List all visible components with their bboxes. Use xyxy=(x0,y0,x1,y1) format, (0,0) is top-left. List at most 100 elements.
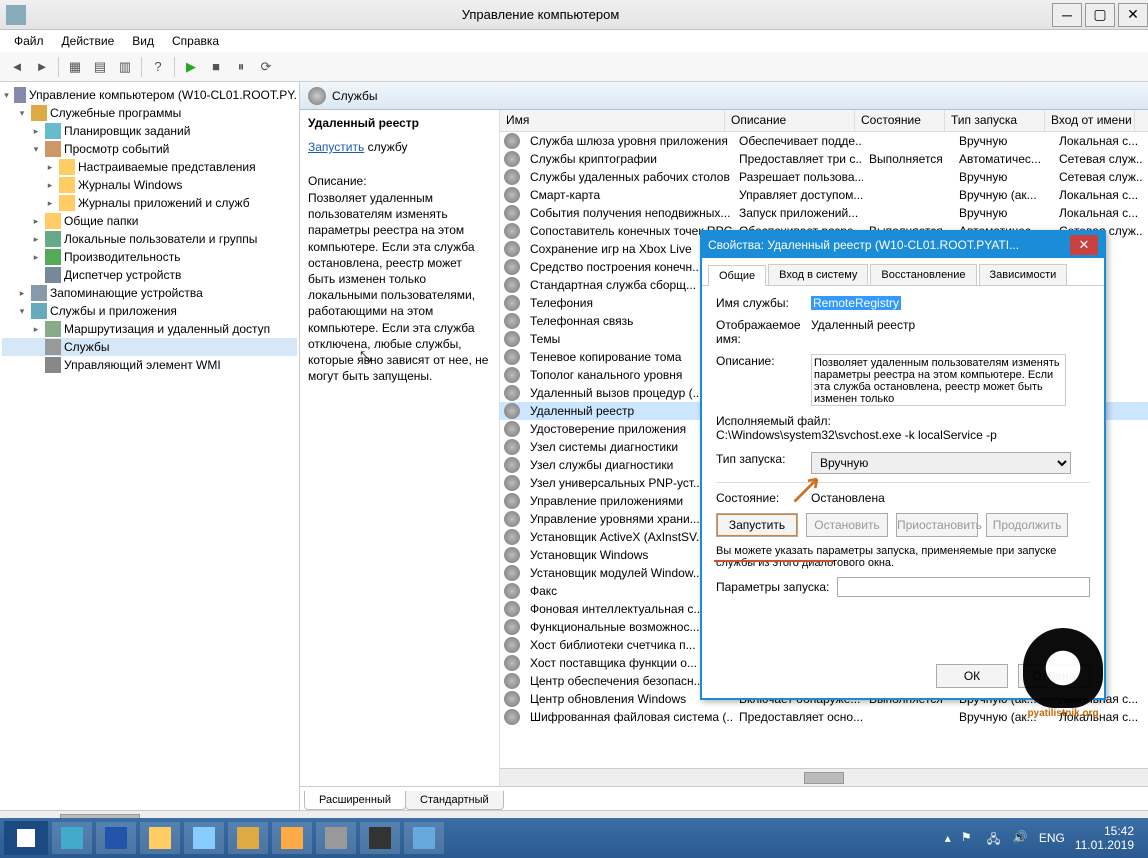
service-row[interactable]: Смарт-картаУправляет доступом...Вручную … xyxy=(500,186,1148,204)
gear-icon xyxy=(504,331,520,347)
gear-icon xyxy=(308,87,326,105)
col-desc[interactable]: Описание xyxy=(725,110,855,131)
help-icon[interactable]: ? xyxy=(147,56,169,78)
mid-header: Службы xyxy=(300,82,1148,110)
tree-devmgr[interactable]: Диспетчер устройств xyxy=(64,268,181,282)
tray-network-icon[interactable]: 🖧 xyxy=(987,830,1003,846)
col-state[interactable]: Состояние xyxy=(855,110,945,131)
cancel-button[interactable]: Отмена xyxy=(1018,664,1090,688)
tree-storage[interactable]: Запоминающие устройства xyxy=(50,286,203,300)
gear-icon xyxy=(504,313,520,329)
list-header[interactable]: Имя Описание Состояние Тип запуска Вход … xyxy=(500,110,1148,132)
taskbar[interactable]: ▴ ⚑ 🖧 🔊 ENG 15:4211.01.2019 xyxy=(0,818,1148,858)
back-icon[interactable]: ◄ xyxy=(6,56,28,78)
tree-services[interactable]: Службы xyxy=(64,340,109,354)
start-button[interactable] xyxy=(4,821,48,855)
starttype-select[interactable]: Вручную xyxy=(811,452,1071,474)
tree-svcapps[interactable]: Службы и приложения xyxy=(50,304,177,318)
tab-deps[interactable]: Зависимости xyxy=(979,264,1068,285)
gear-icon xyxy=(504,601,520,617)
ok-button[interactable]: ОК xyxy=(936,664,1008,688)
maximize-button[interactable]: ▢ xyxy=(1085,3,1115,27)
tree-users[interactable]: Локальные пользователи и группы xyxy=(64,232,257,246)
menu-action[interactable]: Действие xyxy=(54,32,123,50)
dialog-close-button[interactable]: ✕ xyxy=(1070,235,1098,255)
start-button[interactable]: Запустить xyxy=(716,513,798,537)
dialog-titlebar[interactable]: Свойства: Удаленный реестр (W10-CL01.ROO… xyxy=(702,232,1104,258)
gear-icon xyxy=(504,583,520,599)
taskbar-app-6[interactable] xyxy=(272,822,312,854)
pause-icon[interactable]: ⏸ xyxy=(230,56,252,78)
service-row[interactable]: Службы удаленных рабочих столовРазрешает… xyxy=(500,168,1148,186)
menu-help[interactable]: Справка xyxy=(164,32,227,50)
tab-recovery[interactable]: Восстановление xyxy=(870,264,976,285)
play-icon[interactable]: ▶ xyxy=(180,56,202,78)
tree-panel[interactable]: ▾Управление компьютером (W10-CL01.ROOT.P… xyxy=(0,82,300,810)
gear-icon xyxy=(504,151,520,167)
tree-eventviewer[interactable]: Просмотр событий xyxy=(64,142,169,156)
gear-icon xyxy=(504,277,520,293)
gear-icon xyxy=(504,619,520,635)
gear-icon xyxy=(504,529,520,545)
tab-general[interactable]: Общие xyxy=(708,265,766,286)
tray-up-icon[interactable]: ▴ xyxy=(945,831,951,845)
menu-view[interactable]: Вид xyxy=(124,32,162,50)
gear-icon xyxy=(504,655,520,671)
annotation-underline xyxy=(714,560,834,562)
taskbar-app-7[interactable] xyxy=(316,822,356,854)
exec-value: C:\Windows\system32\svchost.exe -k local… xyxy=(716,428,1090,442)
service-row[interactable]: Шифрованная файловая система (...Предост… xyxy=(500,708,1148,726)
taskbar-app-4[interactable] xyxy=(184,822,224,854)
detail-icon[interactable]: ▥ xyxy=(114,56,136,78)
tray-sound-icon[interactable]: 🔊 xyxy=(1013,830,1029,846)
tree-root[interactable]: Управление компьютером (W10-CL01.ROOT.PY… xyxy=(29,88,297,102)
taskbar-app-5[interactable] xyxy=(228,822,268,854)
tab-extended[interactable]: Расширенный xyxy=(304,791,406,810)
service-row[interactable]: События получения неподвижных...Запуск п… xyxy=(500,204,1148,222)
tree-applogs[interactable]: Журналы приложений и служб xyxy=(78,196,250,210)
taskbar-app-8[interactable] xyxy=(360,822,400,854)
tray-lang[interactable]: ENG xyxy=(1039,831,1065,845)
tree-customviews[interactable]: Настраиваемые представления xyxy=(78,160,256,174)
taskbar-app-2[interactable] xyxy=(96,822,136,854)
col-logon[interactable]: Вход от имени xyxy=(1045,110,1135,131)
minimize-button[interactable]: ─ xyxy=(1052,3,1082,27)
h-scrollbar[interactable] xyxy=(500,768,1148,786)
col-name[interactable]: Имя xyxy=(500,110,725,131)
display-name-label: Отображаемое имя: xyxy=(716,318,811,346)
svc-name-value[interactable]: RemoteRegistry xyxy=(811,296,901,310)
tree-winlogs[interactable]: Журналы Windows xyxy=(78,178,182,192)
desc-textarea[interactable]: Позволяет удаленным пользователям изменя… xyxy=(811,354,1066,406)
params-input[interactable] xyxy=(837,577,1090,597)
tree-routing[interactable]: Маршрутизация и удаленный доступ xyxy=(64,322,270,336)
start-link[interactable]: Запустить xyxy=(308,140,364,154)
forward-icon[interactable]: ► xyxy=(31,56,53,78)
menu-file[interactable]: Файл xyxy=(6,32,52,50)
tree-wmi[interactable]: Управляющий элемент WMI xyxy=(64,358,221,372)
tree-systools[interactable]: Служебные программы xyxy=(50,106,181,120)
taskbar-app-1[interactable] xyxy=(52,822,92,854)
gear-icon xyxy=(504,673,520,689)
grid-icon[interactable]: ▦ xyxy=(64,56,86,78)
col-start[interactable]: Тип запуска xyxy=(945,110,1045,131)
taskbar-app-9[interactable] xyxy=(404,822,444,854)
tree-perf[interactable]: Производительность xyxy=(64,250,180,264)
tray-clock[interactable]: 15:4211.01.2019 xyxy=(1075,824,1134,853)
restart-icon[interactable]: ⟳ xyxy=(255,56,277,78)
service-row[interactable]: Служба шлюза уровня приложенияОбеспечива… xyxy=(500,132,1148,150)
tab-logon[interactable]: Вход в систему xyxy=(768,264,868,285)
tray-flag-icon[interactable]: ⚑ xyxy=(961,830,977,846)
close-button[interactable]: ✕ xyxy=(1118,3,1148,27)
gear-icon xyxy=(504,421,520,437)
starttype-label: Тип запуска: xyxy=(716,452,811,466)
tab-standard[interactable]: Стандартный xyxy=(405,791,504,810)
dialog-title: Свойства: Удаленный реестр (W10-CL01.ROO… xyxy=(708,238,1070,252)
tree-shared[interactable]: Общие папки xyxy=(64,214,138,228)
tree-scheduler[interactable]: Планировщик заданий xyxy=(64,124,190,138)
list-icon[interactable]: ▤ xyxy=(89,56,111,78)
window-title: Управление компьютером xyxy=(32,7,1049,22)
detail-desc-label: Описание: xyxy=(308,174,491,188)
service-row[interactable]: Службы криптографииПредоставляет три с..… xyxy=(500,150,1148,168)
taskbar-app-3[interactable] xyxy=(140,822,180,854)
stop-icon[interactable]: ■ xyxy=(205,56,227,78)
